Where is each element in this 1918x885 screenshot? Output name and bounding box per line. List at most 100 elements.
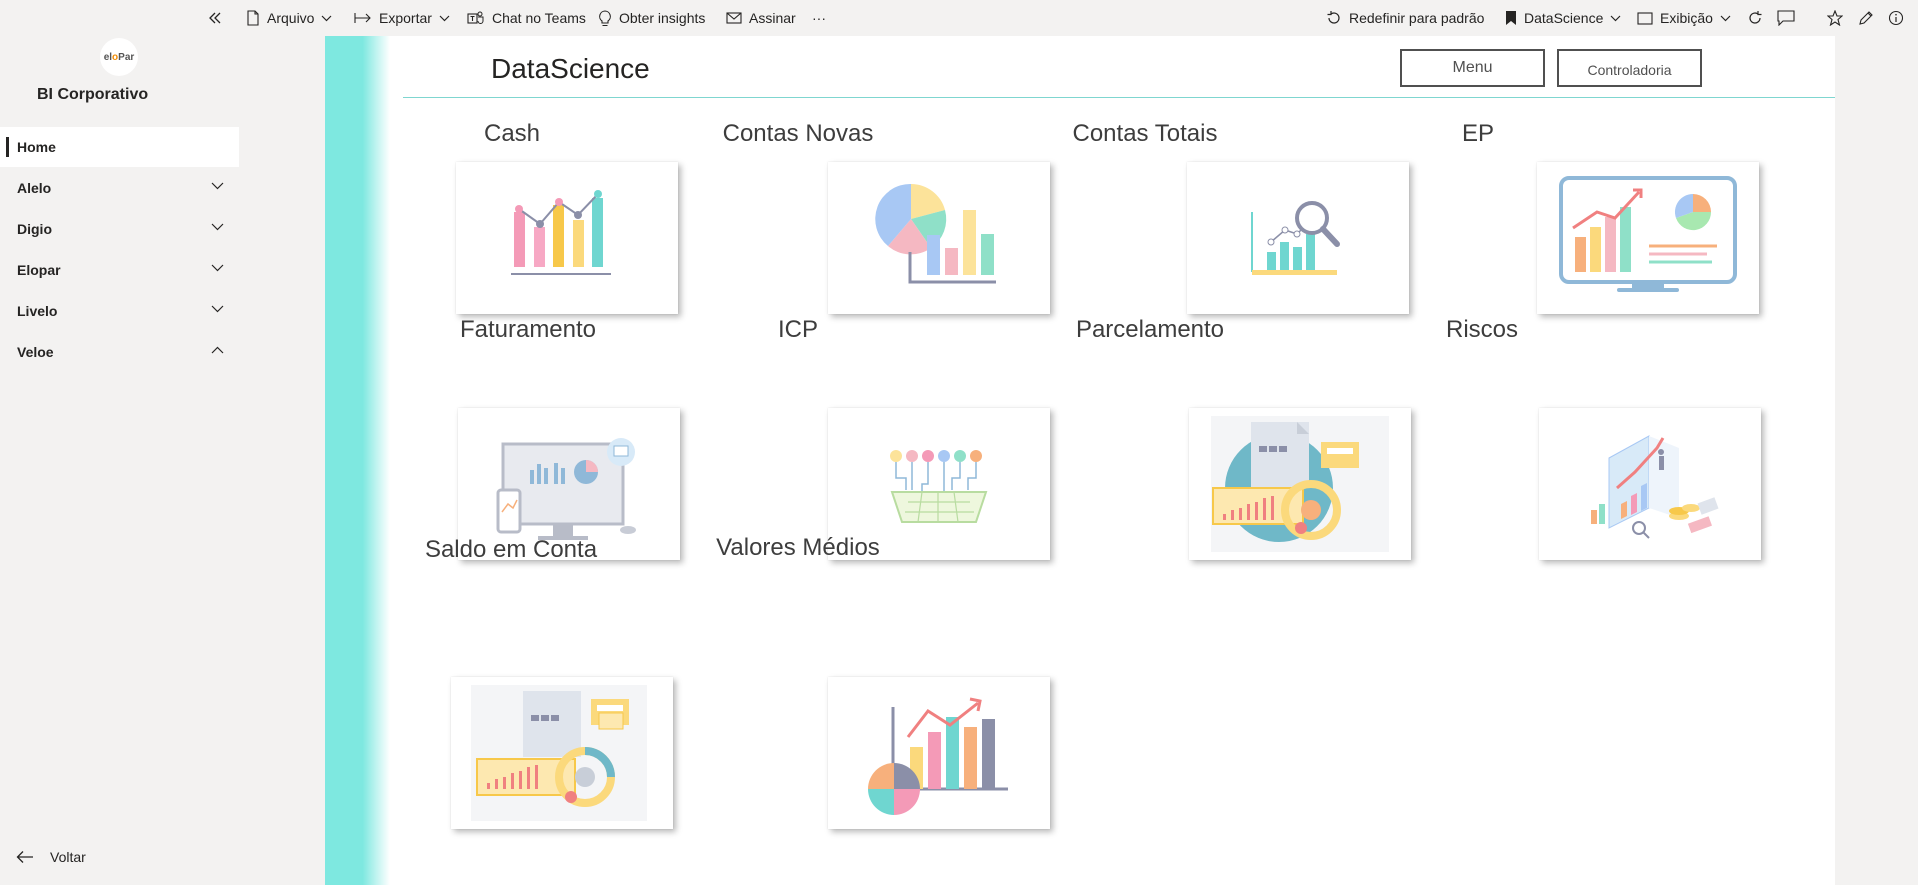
chevron-down-icon bbox=[211, 182, 224, 190]
teams-icon bbox=[467, 11, 484, 24]
tile-title-parcelamento: Parcelamento bbox=[1075, 316, 1225, 343]
arrow-left-icon bbox=[16, 851, 33, 863]
logo-text-a: el bbox=[103, 51, 113, 63]
chevron-up-icon bbox=[211, 346, 224, 354]
pencil-icon bbox=[1859, 11, 1873, 25]
file-menu[interactable]: Arquivo bbox=[246, 0, 332, 36]
export-menu-label: Exportar bbox=[379, 10, 432, 26]
monitor-dashboard-icon bbox=[1559, 176, 1737, 292]
document-icon bbox=[247, 10, 259, 26]
tile-contas-totais[interactable] bbox=[1187, 162, 1409, 314]
nav-item-home[interactable]: Home bbox=[0, 127, 239, 167]
bar-line-chart-icon bbox=[511, 190, 611, 275]
teal-accent-bar bbox=[325, 36, 390, 885]
subscribe-button[interactable]: Assinar bbox=[726, 0, 796, 36]
nav-item-elopar[interactable]: Elopar bbox=[0, 250, 239, 290]
nav-item-label: Veloe bbox=[17, 344, 54, 360]
chevron-down-icon bbox=[1720, 15, 1731, 21]
reset-default-label: Redefinir para padrão bbox=[1349, 10, 1485, 26]
title-divider bbox=[403, 97, 1835, 98]
nav-item-label: Alelo bbox=[17, 180, 52, 196]
edit-button[interactable] bbox=[1858, 0, 1874, 36]
nav-item-label: Livelo bbox=[17, 303, 58, 319]
collapse-nav-button[interactable] bbox=[207, 0, 223, 36]
double-chevron-left-icon bbox=[209, 12, 221, 24]
tile-title-riscos: Riscos bbox=[1445, 316, 1518, 343]
menu-button[interactable]: Menu bbox=[1400, 49, 1545, 87]
export-menu[interactable]: Exportar bbox=[354, 0, 450, 36]
teams-chat-button[interactable]: Chat no Teams bbox=[467, 0, 586, 36]
tile-parcelamento[interactable] bbox=[1189, 408, 1411, 560]
document-gears-icon bbox=[471, 685, 647, 821]
more-options-label: ··· bbox=[812, 10, 826, 26]
pie-bar-chart-icon bbox=[875, 183, 996, 284]
back-label: Voltar bbox=[50, 849, 86, 865]
tile-title-faturamento: Faturamento bbox=[459, 316, 597, 343]
export-arrow-icon bbox=[354, 13, 371, 23]
navigation-pane: el o Par BI Corporativo Home Alelo Digio E… bbox=[0, 36, 239, 885]
reset-icon bbox=[1327, 11, 1340, 24]
star-icon bbox=[1827, 10, 1843, 26]
view-icon bbox=[1637, 11, 1653, 25]
file-menu-label: Arquivo bbox=[267, 10, 315, 26]
report-canvas: DataScience Menu Controladoria Cash Cont… bbox=[325, 36, 1835, 885]
nav-item-alelo[interactable]: Alelo bbox=[0, 168, 239, 208]
chevron-down-icon bbox=[322, 15, 332, 21]
workspace-title: BI Corporativo bbox=[37, 86, 149, 103]
nav-item-label: Elopar bbox=[17, 262, 61, 278]
insights-button[interactable]: Obter insights bbox=[598, 0, 705, 36]
comment-icon bbox=[1777, 10, 1795, 26]
lightbulb-icon bbox=[599, 9, 611, 26]
tile-title-contas-totais: Contas Totais bbox=[1072, 120, 1218, 147]
info-icon bbox=[1888, 10, 1904, 26]
mail-icon bbox=[726, 12, 742, 24]
tile-ep[interactable] bbox=[1537, 162, 1759, 314]
tile-saldo-em-conta[interactable] bbox=[451, 677, 673, 829]
subscribe-label: Assinar bbox=[749, 10, 796, 26]
teams-chat-label: Chat no Teams bbox=[492, 10, 586, 26]
tile-contas-novas[interactable] bbox=[828, 162, 1050, 314]
comments-button[interactable] bbox=[1777, 0, 1795, 36]
isometric-finance-icon bbox=[1591, 435, 1719, 539]
report-title: DataScience bbox=[491, 53, 650, 84]
chevron-down-icon bbox=[211, 223, 224, 231]
tile-riscos[interactable] bbox=[1539, 408, 1761, 560]
logo-text-b: Par bbox=[118, 51, 135, 63]
nav-item-livelo[interactable]: Livelo bbox=[0, 291, 239, 331]
favorite-button[interactable] bbox=[1827, 0, 1843, 36]
view-menu[interactable]: Exibição bbox=[1637, 0, 1731, 36]
tile-title-icp: ICP bbox=[777, 316, 818, 343]
chevron-down-icon bbox=[211, 264, 224, 272]
magnifier-chart-icon bbox=[1251, 201, 1340, 275]
tile-title-valores-medios: Valores Médios bbox=[716, 534, 880, 561]
chevron-down-icon bbox=[439, 15, 450, 21]
back-button[interactable]: Voltar bbox=[16, 849, 86, 865]
info-button[interactable] bbox=[1888, 0, 1904, 36]
view-label: Exibição bbox=[1660, 10, 1713, 26]
growth-chart-pie-icon bbox=[868, 697, 1008, 815]
bookmark-label: DataScience bbox=[1524, 10, 1604, 26]
refresh-icon bbox=[1749, 11, 1762, 24]
nav-item-label: Digio bbox=[17, 221, 52, 237]
more-options-button[interactable]: ··· bbox=[812, 0, 826, 36]
chevron-down-icon bbox=[1610, 15, 1621, 21]
insights-label: Obter insights bbox=[619, 10, 706, 26]
tile-title-ep: EP bbox=[1461, 120, 1494, 147]
nav-item-label: Home bbox=[17, 139, 56, 155]
refresh-button[interactable] bbox=[1747, 0, 1763, 36]
menu-button-label: Menu bbox=[1452, 59, 1493, 76]
top-toolbar: Arquivo Exportar Chat no Teams Obter ins… bbox=[0, 0, 1918, 36]
nav-item-digio[interactable]: Digio bbox=[0, 209, 239, 249]
tile-title-cash: Cash bbox=[483, 120, 541, 147]
bookmark-icon bbox=[1506, 11, 1516, 25]
tile-valores-medios[interactable] bbox=[828, 677, 1050, 829]
bookmark-menu[interactable]: DataScience bbox=[1505, 0, 1621, 36]
tile-cash[interactable] bbox=[456, 162, 678, 314]
tile-title-saldo-em-conta: Saldo em Conta bbox=[424, 536, 598, 563]
nav-item-veloe[interactable]: Veloe bbox=[0, 332, 239, 372]
elopar-logo: el o Par bbox=[100, 38, 138, 76]
tile-title-contas-novas: Contas Novas bbox=[722, 120, 874, 147]
controladoria-button[interactable]: Controladoria bbox=[1557, 49, 1702, 87]
chevron-down-icon bbox=[211, 305, 224, 313]
reset-default-button[interactable]: Redefinir para padrão bbox=[1326, 0, 1484, 36]
